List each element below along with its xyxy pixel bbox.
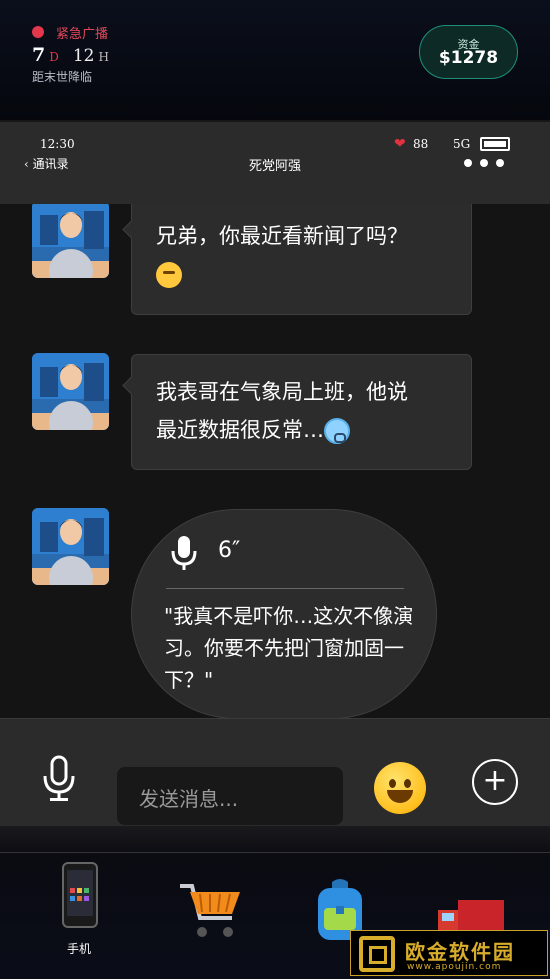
message-input[interactable]: 发送消息... <box>117 767 343 825</box>
dock-divider <box>0 852 550 853</box>
message-text-line2: 最近数据很反常… <box>156 418 324 442</box>
dot-icon <box>480 159 488 167</box>
money-value: $1278 <box>438 48 499 68</box>
phone-header: 12:30 ‹ 通讯录 死党阿强 ❤ 88 5G <box>0 120 550 204</box>
countdown-hours: 12 <box>72 46 95 66</box>
voice-duration: 6″ <box>218 538 241 563</box>
fearful-face-emoji-icon <box>324 418 350 444</box>
voice-input-button[interactable] <box>41 754 77 806</box>
countdown-hours-unit: H <box>98 50 109 64</box>
contact-avatar[interactable] <box>32 204 109 278</box>
message-text-line1: 我表哥在气象局上班，他说 <box>156 380 408 404</box>
dot-icon <box>496 159 504 167</box>
watermark-logo-icon <box>359 936 395 972</box>
message-text: 兄弟，你最近看新闻了吗？ <box>156 224 408 248</box>
message-bubble[interactable]: 兄弟，你最近看新闻了吗？ <box>131 204 472 315</box>
shopping-cart-icon <box>180 884 240 937</box>
dock-item-shop[interactable] <box>178 878 244 946</box>
chat-message-list[interactable]: 兄弟，你最近看新闻了吗？ 我表哥在气象局上班，他说 最近数据很反常… 6″ "我… <box>0 204 550 718</box>
smile-eye <box>404 779 411 788</box>
voice-message-bubble[interactable]: 6″ "我真不是吓你…这次不像演习。你要不先把门窗加固一下？" <box>131 509 437 718</box>
smile-mouth <box>387 790 413 803</box>
battery-icon <box>480 137 510 151</box>
watermark-url: www.apoujin.com <box>407 962 502 972</box>
emergency-broadcast-label[interactable]: 紧急广播 <box>56 23 108 42</box>
message-bubble[interactable]: 我表哥在气象局上班，他说 最近数据很反常… <box>131 354 472 470</box>
microphone-icon <box>170 534 198 576</box>
network-indicator: 5G <box>453 137 471 151</box>
dock-item-phone-label: 手机 <box>67 942 92 956</box>
thinking-face-emoji-icon <box>156 262 182 288</box>
countdown: 7 D 12 H <box>32 44 109 66</box>
countdown-days: 7 <box>32 44 46 66</box>
phone-time: 12:30 <box>40 137 75 151</box>
alert-dot-icon <box>32 26 44 38</box>
dock-item-phone[interactable] <box>62 862 98 932</box>
countdown-caption: 距末世降临 <box>32 70 93 84</box>
truck-icon <box>438 900 504 930</box>
heart-icon: ❤ <box>394 136 406 152</box>
smile-eye <box>389 779 396 788</box>
money-badge[interactable]: 资金 $1278 <box>419 25 518 79</box>
health-value: 88 <box>413 137 429 151</box>
more-options-button[interactable] <box>464 159 504 167</box>
phone-icon <box>62 862 98 928</box>
countdown-days-unit: D <box>49 50 59 64</box>
game-hud: 紧急广播 7 D 12 H 距末世降临 资金 $1278 <box>0 0 550 120</box>
emoji-picker-button[interactable] <box>374 762 426 814</box>
site-watermark: 欧金软件园 www.apoujin.com <box>350 930 548 976</box>
contact-avatar[interactable] <box>32 353 109 430</box>
message-input-bar: 发送消息... + <box>0 718 550 826</box>
watermark-text: 欧金软件园 <box>405 940 515 964</box>
add-attachment-button[interactable]: + <box>472 759 518 805</box>
voice-transcript: "我真不是吓你…这次不像演习。你要不先把门窗加固一下？" <box>164 604 414 692</box>
contact-avatar[interactable] <box>32 508 109 585</box>
divider <box>166 588 404 589</box>
dot-icon <box>464 159 472 167</box>
